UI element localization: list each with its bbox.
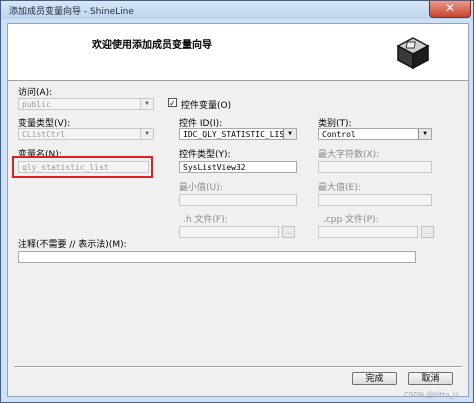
max-chars-label: 最大字符数(X):: [318, 150, 380, 160]
var-type-combo[interactable]: CListCtrl ▼: [18, 128, 154, 140]
min-value-label: 最小值(U):: [179, 183, 223, 193]
category-combo[interactable]: Control ▼: [318, 128, 432, 140]
chevron-down-icon[interactable]: ▼: [140, 129, 153, 139]
max-chars-field[interactable]: [318, 161, 432, 173]
h-file-field[interactable]: [179, 226, 279, 238]
wizard-header: 欢迎使用添加成员变量向导: [8, 24, 468, 81]
wizard-window: 添加成员变量向导 - ShineLine ✕ 欢迎使用添加成员变量向导 访问(A…: [0, 0, 474, 403]
finish-button[interactable]: 完成: [352, 372, 397, 385]
control-variable-checkbox[interactable]: ✓: [168, 98, 177, 108]
cpp-file-label: .cpp 文件(P):: [323, 215, 379, 225]
cpp-file-field[interactable]: [318, 226, 418, 238]
access-label: 访问(A):: [18, 88, 53, 98]
comment-label: 注释(不需要 // 表示法)(M):: [18, 240, 127, 250]
max-value-field[interactable]: [318, 194, 432, 206]
control-id-combo[interactable]: IDC_QLY_STATISTIC_LIST ▼: [179, 128, 297, 140]
h-file-browse-button[interactable]: ...: [282, 226, 295, 238]
control-type-label: 控件类型(Y):: [179, 150, 231, 160]
control-variable-label: 控件变量(O): [181, 101, 232, 111]
dialog-client: 欢迎使用添加成员变量向导 访问(A): ✓ 控件变量(O) public ▼ 变…: [7, 23, 469, 397]
cancel-button[interactable]: 取消: [408, 372, 453, 385]
access-value: public: [22, 100, 51, 109]
window-title: 添加成员变量向导 - ShineLine: [9, 7, 134, 17]
var-name-field[interactable]: qly_statistic_list: [18, 161, 149, 173]
category-value: Control: [322, 130, 356, 139]
divider: [14, 366, 462, 368]
control-type-field: SysListView32: [179, 161, 297, 173]
title-bar[interactable]: 添加成员变量向导 - ShineLine ✕: [1, 1, 473, 19]
close-button[interactable]: ✕: [429, 1, 471, 18]
chevron-down-icon[interactable]: ▼: [283, 129, 296, 139]
control-type-value: SysListView32: [183, 163, 246, 172]
max-value-label: 最大值(E):: [318, 183, 361, 193]
header-title: 欢迎使用添加成员变量向导: [92, 40, 212, 51]
comment-field[interactable]: [18, 251, 416, 263]
chevron-down-icon[interactable]: ▼: [418, 129, 431, 139]
cpp-file-browse-button[interactable]: ...: [421, 226, 434, 238]
access-combo[interactable]: public ▼: [18, 98, 154, 110]
watermark: CSDN @Vitta_U: [404, 391, 459, 399]
h-file-label: .h 文件(F):: [183, 215, 228, 225]
var-name-value: qly_statistic_list: [22, 163, 109, 172]
package-box-icon: [396, 37, 430, 70]
control-id-value: IDC_QLY_STATISTIC_LIST: [183, 130, 289, 139]
min-value-field[interactable]: [179, 194, 297, 206]
var-type-value: CListCtrl: [22, 130, 66, 139]
chevron-down-icon[interactable]: ▼: [140, 99, 153, 109]
